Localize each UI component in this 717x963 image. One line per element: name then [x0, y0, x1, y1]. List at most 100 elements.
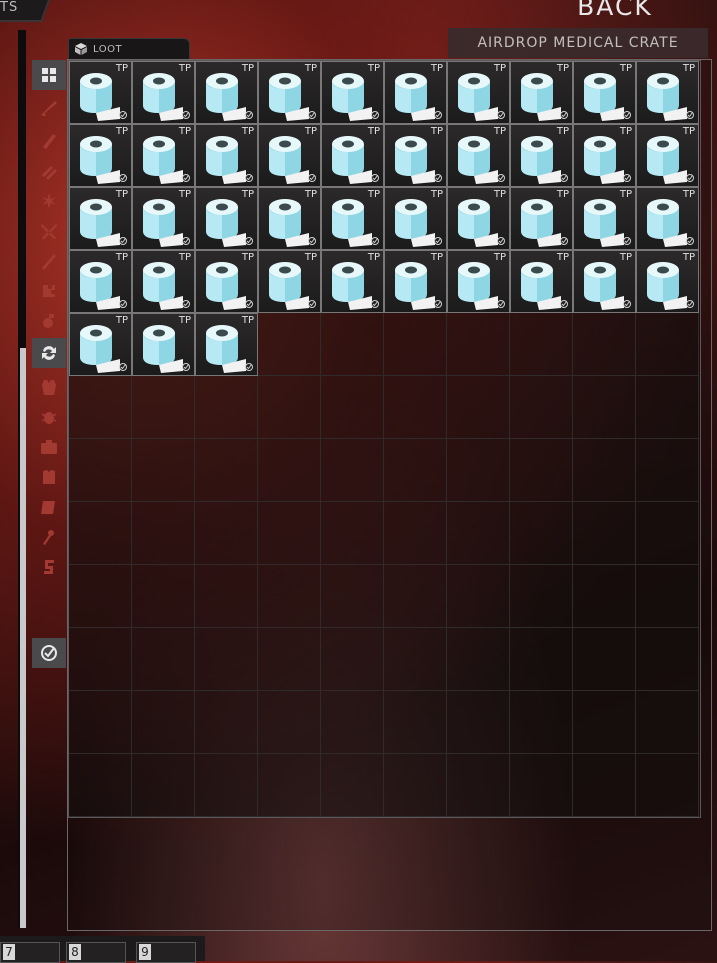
empty-slot[interactable]	[510, 439, 573, 502]
empty-slot[interactable]	[447, 565, 510, 628]
item-slot[interactable]: TP	[69, 61, 132, 124]
item-slot[interactable]: TP	[573, 250, 636, 313]
item-slot[interactable]: TP	[384, 124, 447, 187]
item-slot[interactable]: TP	[195, 313, 258, 376]
empty-slot[interactable]	[510, 502, 573, 565]
empty-slot[interactable]	[636, 502, 699, 565]
empty-slot[interactable]	[573, 502, 636, 565]
empty-slot[interactable]	[132, 565, 195, 628]
item-slot[interactable]: TP	[69, 313, 132, 376]
item-slot[interactable]: TP	[195, 61, 258, 124]
quick-slot-9[interactable]: 9	[136, 942, 196, 963]
item-slot[interactable]: TP	[258, 124, 321, 187]
empty-slot[interactable]	[573, 628, 636, 691]
category-info[interactable]	[32, 492, 66, 522]
empty-slot[interactable]	[69, 565, 132, 628]
empty-slot[interactable]	[447, 439, 510, 502]
empty-slot[interactable]	[132, 502, 195, 565]
empty-slot[interactable]	[510, 565, 573, 628]
category-all[interactable]	[32, 60, 66, 90]
item-slot[interactable]: TP	[258, 250, 321, 313]
item-slot[interactable]: TP	[69, 124, 132, 187]
scrollbar-thumb[interactable]	[20, 348, 26, 928]
item-slot[interactable]: TP	[447, 124, 510, 187]
empty-slot[interactable]	[510, 691, 573, 754]
item-slot[interactable]: TP	[69, 250, 132, 313]
empty-slot[interactable]	[195, 502, 258, 565]
empty-slot[interactable]	[132, 376, 195, 439]
category-gear[interactable]	[32, 372, 66, 402]
item-slot[interactable]: TP	[384, 187, 447, 250]
item-slot[interactable]: TP	[132, 124, 195, 187]
item-slot[interactable]: TP	[321, 187, 384, 250]
item-slot[interactable]: TP	[510, 187, 573, 250]
item-slot[interactable]: TP	[132, 313, 195, 376]
empty-slot[interactable]	[447, 691, 510, 754]
item-slot[interactable]: TP	[447, 61, 510, 124]
back-button[interactable]: BACK	[545, 0, 685, 21]
category-medical[interactable]	[32, 186, 66, 216]
category-armor[interactable]	[32, 462, 66, 492]
empty-slot[interactable]	[636, 754, 699, 817]
empty-slot[interactable]	[69, 502, 132, 565]
category-melee[interactable]	[32, 216, 66, 246]
item-slot[interactable]: TP	[321, 124, 384, 187]
empty-slot[interactable]	[321, 439, 384, 502]
category-weapons[interactable]	[32, 93, 66, 123]
item-slot[interactable]: TP	[321, 61, 384, 124]
item-slot[interactable]: TP	[132, 61, 195, 124]
item-slot[interactable]: TP	[69, 187, 132, 250]
category-money[interactable]	[32, 552, 66, 582]
empty-slot[interactable]	[258, 502, 321, 565]
category-keys[interactable]	[32, 522, 66, 552]
item-slot[interactable]: TP	[384, 250, 447, 313]
empty-slot[interactable]	[510, 754, 573, 817]
empty-slot[interactable]	[573, 565, 636, 628]
loot-tab[interactable]: LOOT	[68, 38, 190, 60]
item-slot[interactable]: TP	[132, 250, 195, 313]
empty-slot[interactable]	[573, 439, 636, 502]
empty-slot[interactable]	[447, 502, 510, 565]
item-slot[interactable]: TP	[195, 187, 258, 250]
empty-slot[interactable]	[636, 439, 699, 502]
empty-slot[interactable]	[447, 376, 510, 439]
category-ammo[interactable]	[32, 156, 66, 186]
item-slot[interactable]: TP	[258, 187, 321, 250]
empty-slot[interactable]	[258, 754, 321, 817]
empty-slot[interactable]	[384, 313, 447, 376]
empty-slot[interactable]	[384, 565, 447, 628]
empty-slot[interactable]	[321, 376, 384, 439]
category-barter[interactable]	[32, 246, 66, 276]
category-sort[interactable]	[32, 338, 66, 368]
item-slot[interactable]: TP	[510, 61, 573, 124]
empty-slot[interactable]	[384, 754, 447, 817]
empty-slot[interactable]	[132, 691, 195, 754]
category-containers[interactable]	[32, 432, 66, 462]
item-slot[interactable]: TP	[573, 61, 636, 124]
category-magazines[interactable]	[32, 126, 66, 156]
empty-slot[interactable]	[636, 565, 699, 628]
empty-slot[interactable]	[258, 628, 321, 691]
category-mods[interactable]	[32, 276, 66, 306]
empty-slot[interactable]	[384, 376, 447, 439]
item-slot[interactable]: TP	[636, 61, 699, 124]
empty-slot[interactable]	[321, 313, 384, 376]
empty-slot[interactable]	[69, 691, 132, 754]
empty-slot[interactable]	[258, 376, 321, 439]
empty-slot[interactable]	[195, 439, 258, 502]
item-slot[interactable]: TP	[573, 187, 636, 250]
empty-slot[interactable]	[321, 565, 384, 628]
item-slot[interactable]: TP	[510, 250, 573, 313]
empty-slot[interactable]	[195, 754, 258, 817]
empty-slot[interactable]	[447, 754, 510, 817]
empty-slot[interactable]	[69, 628, 132, 691]
item-slot[interactable]: TP	[195, 124, 258, 187]
empty-slot[interactable]	[447, 628, 510, 691]
empty-slot[interactable]	[132, 754, 195, 817]
empty-slot[interactable]	[321, 691, 384, 754]
empty-slot[interactable]	[636, 691, 699, 754]
empty-slot[interactable]	[384, 628, 447, 691]
empty-slot[interactable]	[384, 502, 447, 565]
item-slot[interactable]: TP	[195, 250, 258, 313]
empty-slot[interactable]	[69, 376, 132, 439]
